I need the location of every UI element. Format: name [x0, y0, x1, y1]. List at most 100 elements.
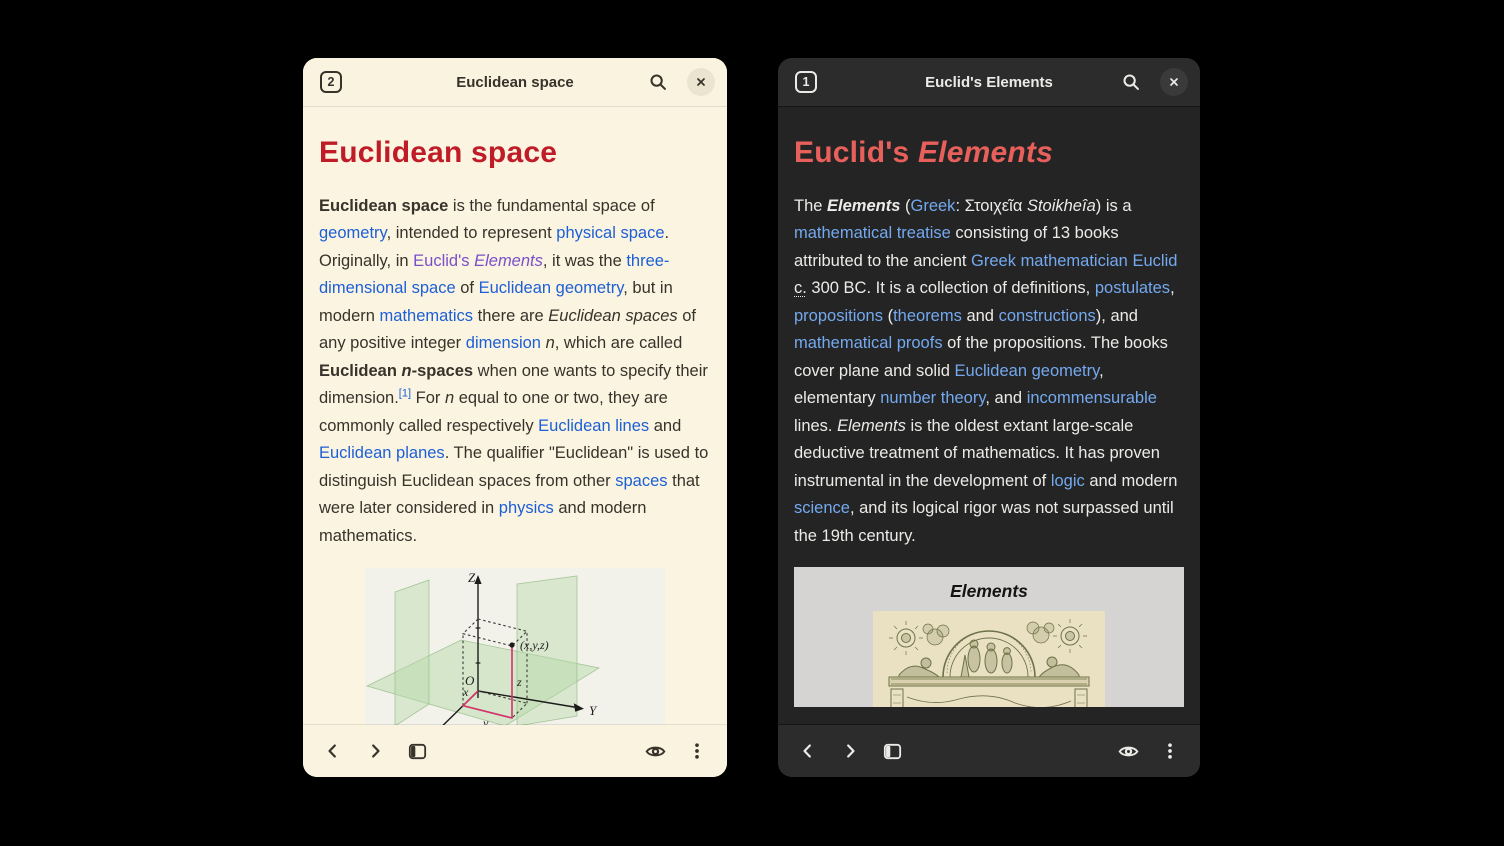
forward-button[interactable] [832, 733, 868, 769]
text-segment: , intended to represent [387, 224, 557, 242]
text-segment: ( [883, 307, 893, 325]
article-view[interactable]: Euclid's Elements The Elements (Greek: Σ… [778, 106, 1200, 725]
menu-button[interactable] [679, 733, 715, 769]
article-link[interactable]: science [794, 499, 850, 517]
text-segment: For [411, 389, 445, 407]
chevron-right-icon [839, 740, 861, 762]
text-segment: and modern [1085, 472, 1178, 490]
text-segment: Elements [837, 417, 906, 435]
sidebar-toggle-button[interactable] [874, 733, 910, 769]
close-button[interactable] [687, 68, 715, 96]
eye-icon [1117, 740, 1140, 763]
article-link[interactable]: postulates [1095, 279, 1170, 297]
article-link[interactable]: physics [499, 499, 554, 517]
chevron-left-icon [322, 740, 344, 762]
z-axis-label: Z [468, 570, 476, 585]
article-link[interactable]: Euclidean planes [319, 444, 445, 462]
text-segment: Euclidean [319, 362, 402, 380]
z-segment-label: z [516, 675, 522, 689]
text-segment: , it was the [543, 252, 626, 270]
text-segment: Stoikheîa [1027, 197, 1096, 215]
text-segment: Euclidean space [319, 136, 557, 169]
text-segment: of [456, 279, 479, 297]
text-segment: lines. [794, 417, 837, 435]
article-link[interactable]: Greek mathematician [971, 252, 1128, 270]
text-segment: 300 BC. It is a collection of definition… [807, 279, 1095, 297]
search-button[interactable] [1114, 65, 1148, 99]
article-link[interactable]: geometry [319, 224, 387, 242]
menu-button[interactable] [1152, 733, 1188, 769]
forward-button[interactable] [357, 733, 393, 769]
text-segment: Elements [918, 136, 1053, 169]
tab-counter-button[interactable]: 1 [795, 71, 817, 93]
article-link[interactable]: Greek [911, 197, 956, 215]
article-link[interactable]: propositions [794, 307, 883, 325]
close-button[interactable] [1160, 68, 1188, 96]
point-marker [509, 642, 514, 647]
sidebar-toggle-button[interactable] [399, 733, 435, 769]
article-link[interactable]: number theory [880, 389, 985, 407]
bottom-toolbar [778, 725, 1200, 777]
text-segment: , which are called [555, 334, 682, 352]
text-segment: ( [900, 197, 910, 215]
tab-count: 1 [803, 75, 810, 89]
article-link[interactable]: Euclid's [413, 252, 474, 270]
reader-mode-button[interactable] [637, 733, 673, 769]
search-icon [1120, 71, 1142, 93]
tab-counter-button[interactable]: 2 [320, 71, 342, 93]
kebab-menu-icon [1160, 741, 1180, 761]
text-segment: -spaces [412, 362, 473, 380]
eye-icon [644, 740, 667, 763]
article-link[interactable]: incommensurable [1027, 389, 1157, 407]
text-segment: n [546, 334, 555, 352]
infobox-title: Elements [794, 581, 1184, 602]
close-icon [1166, 74, 1182, 90]
text-segment: Euclid's [794, 136, 918, 169]
article-link[interactable]: mathematical treatise [794, 224, 951, 242]
back-button[interactable] [315, 733, 351, 769]
y-segment-label: y [482, 716, 489, 725]
text-segment: Euclidean spaces [548, 307, 677, 325]
article-link[interactable]: logic [1051, 472, 1085, 490]
search-button[interactable] [641, 65, 675, 99]
article-link[interactable]: dimension [466, 334, 541, 352]
point-label: (x,y,z) [520, 638, 549, 652]
elements-frontispiece-image [873, 611, 1105, 707]
text-segment: there are [473, 307, 548, 325]
infobox-card: Elements [794, 567, 1184, 707]
article-link[interactable]: Euclidean geometry [955, 362, 1100, 380]
coordinate-system-figure: Z Y O x y z (x,y,z) [360, 568, 670, 725]
text-segment: n [402, 362, 412, 380]
text-segment: The [794, 197, 827, 215]
back-button[interactable] [790, 733, 826, 769]
article-link[interactable]: mathematical proofs [794, 334, 943, 352]
article-link[interactable]: Euclidean lines [538, 417, 649, 435]
text-segment: , and its logical rigor was not surpasse… [794, 499, 1174, 545]
article-link[interactable]: Euclidean geometry [479, 279, 624, 297]
article-link[interactable]: physical space [556, 224, 664, 242]
article-view[interactable]: Euclidean space Euclidean space is the f… [303, 106, 727, 725]
article-link[interactable]: spaces [615, 472, 667, 490]
headerbar: 2 Euclidean space [303, 58, 727, 106]
article-link[interactable]: theorems [893, 307, 962, 325]
article-link[interactable]: [1] [399, 388, 411, 400]
text-segment: : Στοιχεῖα [955, 197, 1027, 215]
window-title: Euclid's Elements [838, 74, 1140, 91]
text-segment: Euclidean space [319, 197, 448, 215]
window-euclids-elements: 1 Euclid's Elements Euclid's Elements Th… [778, 58, 1200, 777]
article-paragraph: Euclidean space is the fundamental space… [319, 193, 711, 551]
article-link[interactable]: Euclid [1132, 252, 1177, 270]
window-title: Euclidean space [363, 74, 667, 91]
article-paragraph: The Elements (Greek: Στοιχεῖα Stoikheîa)… [794, 193, 1184, 551]
article-link[interactable]: constructions [999, 307, 1096, 325]
text-segment: , and [985, 389, 1026, 407]
split-panel-icon [881, 740, 904, 763]
bottom-toolbar [303, 725, 727, 777]
article-link[interactable]: mathematics [380, 307, 474, 325]
text-segment: n [445, 389, 454, 407]
kebab-menu-icon [687, 741, 707, 761]
reader-mode-button[interactable] [1110, 733, 1146, 769]
text-segment: and [962, 307, 999, 325]
text-segment: ) is a [1096, 197, 1132, 215]
article-link[interactable]: Elements [474, 252, 543, 270]
